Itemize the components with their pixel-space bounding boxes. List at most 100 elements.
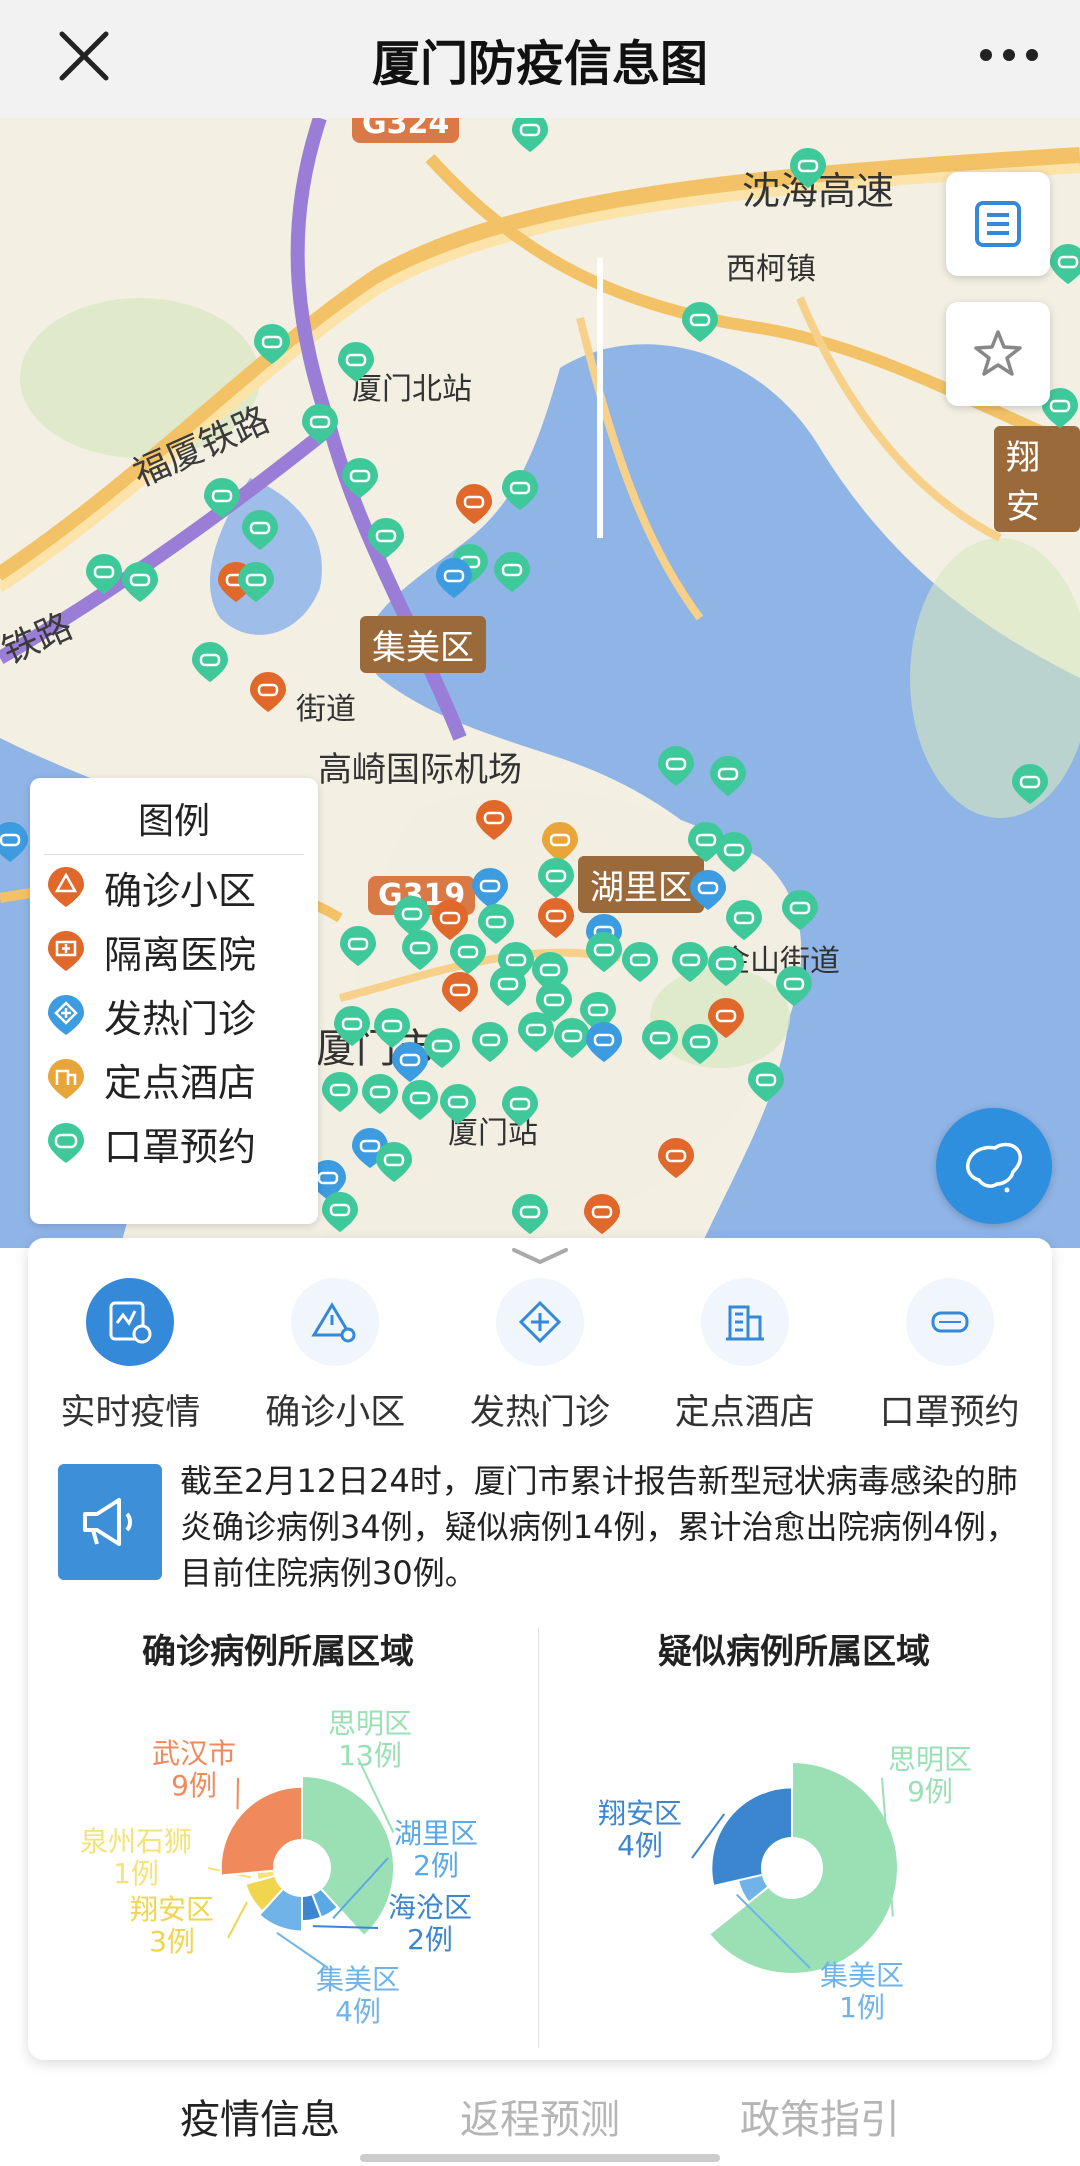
legend-label: 确诊小区 xyxy=(104,868,257,913)
favorite-button[interactable] xyxy=(946,302,1050,406)
mask-marker-icon[interactable] xyxy=(436,1082,480,1126)
mask-marker-icon[interactable] xyxy=(298,402,342,446)
legend-label: 发热门诊 xyxy=(104,996,257,1041)
china-map-icon xyxy=(966,1142,1023,1193)
mask-icon xyxy=(905,1278,994,1366)
mask-marker-icon[interactable] xyxy=(1046,242,1080,286)
mask-marker-icon[interactable] xyxy=(250,322,294,366)
hotel-marker-icon xyxy=(48,1059,84,1099)
mask-marker-icon[interactable] xyxy=(234,560,278,604)
page-title: 厦门防疫信息图 xyxy=(371,36,708,92)
map-label-airport: 高崎国际机场 xyxy=(318,750,522,790)
mask-marker-icon[interactable] xyxy=(508,1192,552,1236)
tab-realtime[interactable]: 实时疫情 xyxy=(28,1278,233,1448)
slice-name: 武汉市 xyxy=(152,1737,237,1770)
slice-value: 4例 xyxy=(617,1829,663,1862)
warning-marker-icon[interactable] xyxy=(246,670,290,714)
mask-marker-icon[interactable] xyxy=(238,508,282,552)
mask-marker-icon[interactable] xyxy=(118,560,162,604)
mask-marker-icon[interactable] xyxy=(618,940,662,984)
mask-marker-icon[interactable] xyxy=(336,924,380,968)
bottom-nav: 疫情信息 返程预测 政策指引 xyxy=(0,2066,1080,2166)
list-icon xyxy=(975,201,1021,247)
top-bar: 厦门防疫信息图 xyxy=(0,0,1080,118)
slice-value: 3例 xyxy=(149,1925,195,1958)
warning-marker-icon[interactable] xyxy=(704,996,748,1040)
mask-marker-icon[interactable] xyxy=(498,1084,542,1128)
slice-value: 4例 xyxy=(335,1995,381,2028)
home-indicator xyxy=(360,2154,720,2162)
warning-marker-icon[interactable] xyxy=(534,896,578,940)
list-button[interactable] xyxy=(946,172,1050,276)
mask-marker-icon[interactable] xyxy=(318,1190,362,1234)
slice-value: 1例 xyxy=(839,1991,885,2024)
tab-mask-booking[interactable]: 口罩预约 xyxy=(847,1278,1052,1448)
mask-marker-icon[interactable] xyxy=(706,754,750,798)
mask-marker-icon[interactable] xyxy=(398,928,442,972)
tab-confirmed-community[interactable]: 确诊小区 xyxy=(233,1278,438,1448)
legend-item: 发热门诊 xyxy=(44,983,304,1047)
mask-marker-icon[interactable] xyxy=(772,964,816,1008)
mask-marker-icon[interactable] xyxy=(358,1072,402,1116)
slice-label: 泉州石狮 1例 xyxy=(80,1826,192,1890)
mask-marker-icon[interactable] xyxy=(334,340,378,384)
mask-marker-icon[interactable] xyxy=(498,468,542,512)
mask-marker-icon[interactable] xyxy=(638,1018,682,1062)
mask-marker-icon[interactable] xyxy=(678,300,722,344)
clinic-marker-icon xyxy=(48,995,84,1035)
mask-marker-icon[interactable] xyxy=(372,1140,416,1184)
mask-marker-icon[interactable] xyxy=(420,1026,464,1070)
mask-marker-icon[interactable] xyxy=(744,1060,788,1104)
slice-label: 武汉市 9例 xyxy=(152,1738,236,1802)
map-label-xiangan: 翔安 xyxy=(994,426,1080,532)
slice-label: 集美区 1例 xyxy=(820,1960,904,2024)
warning-marker-icon[interactable] xyxy=(472,798,516,842)
mask-marker-icon[interactable] xyxy=(778,888,822,932)
mask-marker-icon[interactable] xyxy=(704,944,748,988)
warning-marker-icon[interactable] xyxy=(580,1192,624,1236)
slice-value: 9例 xyxy=(907,1775,953,1808)
notice-text: 截至2月12日24时，厦门市累计报告新型冠状病毒感染的肺炎确诊病例34例，疑似病… xyxy=(180,1462,1018,1592)
mask-marker-icon[interactable] xyxy=(188,640,232,684)
panel-handle-icon[interactable] xyxy=(510,1244,570,1268)
mask-marker-icon[interactable] xyxy=(490,550,534,594)
suspected-pie-chart xyxy=(691,1760,899,1975)
warning-marker-icon[interactable] xyxy=(438,970,482,1014)
bottom-tab-policy-guide[interactable]: 政策指引 xyxy=(740,2087,900,2145)
info-panel: 实时疫情 确诊小区 发热门诊 定点酒店 口罩预约 截至2月12日24时，厦门市累… xyxy=(28,1238,1052,2060)
slice-name: 思明区 xyxy=(328,1707,413,1740)
mask-marker-icon[interactable] xyxy=(330,1004,374,1048)
close-icon[interactable] xyxy=(48,20,120,92)
mask-marker-icon[interactable] xyxy=(786,146,830,190)
suspected-chart-title: 疑似病例所属区域 xyxy=(658,1632,930,1672)
mask-marker-icon[interactable] xyxy=(508,118,552,154)
tab-label: 发热门诊 xyxy=(469,1393,610,1433)
mask-marker-icon[interactable] xyxy=(654,744,698,788)
clinic-marker-icon[interactable] xyxy=(432,556,476,600)
clinic-marker-icon[interactable] xyxy=(582,1020,626,1064)
warning-marker-icon[interactable] xyxy=(654,1136,698,1180)
mask-marker-icon[interactable] xyxy=(722,898,766,942)
mask-marker-icon[interactable] xyxy=(318,1070,362,1114)
mask-marker-icon[interactable] xyxy=(468,1020,512,1064)
mask-marker-icon[interactable] xyxy=(486,964,530,1008)
bottom-tab-epidemic-info[interactable]: 疫情信息 xyxy=(180,2087,340,2145)
leader-line xyxy=(227,1901,248,1939)
slice-value: 13例 xyxy=(338,1739,402,1772)
china-map-button[interactable] xyxy=(936,1108,1052,1224)
slice-value: 2例 xyxy=(407,1923,453,1956)
mask-marker-icon[interactable] xyxy=(338,456,382,500)
warning-marker-icon[interactable] xyxy=(452,482,496,526)
mask-marker-icon[interactable] xyxy=(534,856,578,900)
mask-marker-icon[interactable] xyxy=(1008,762,1052,806)
tab-fever-clinic[interactable]: 发热门诊 xyxy=(438,1278,643,1448)
bottom-tab-return-forecast[interactable]: 返程预测 xyxy=(460,2087,620,2145)
slice-name: 集美区 xyxy=(316,1963,401,1996)
hospital-marker-icon xyxy=(48,931,84,971)
clinic-marker-icon[interactable] xyxy=(0,820,32,864)
tab-designated-hotel[interactable]: 定点酒店 xyxy=(642,1278,847,1448)
tab-label: 确诊小区 xyxy=(265,1393,406,1433)
more-options-icon[interactable] xyxy=(974,30,1044,80)
legend-item: 确诊小区 xyxy=(44,855,304,919)
mask-marker-icon[interactable] xyxy=(364,516,408,560)
